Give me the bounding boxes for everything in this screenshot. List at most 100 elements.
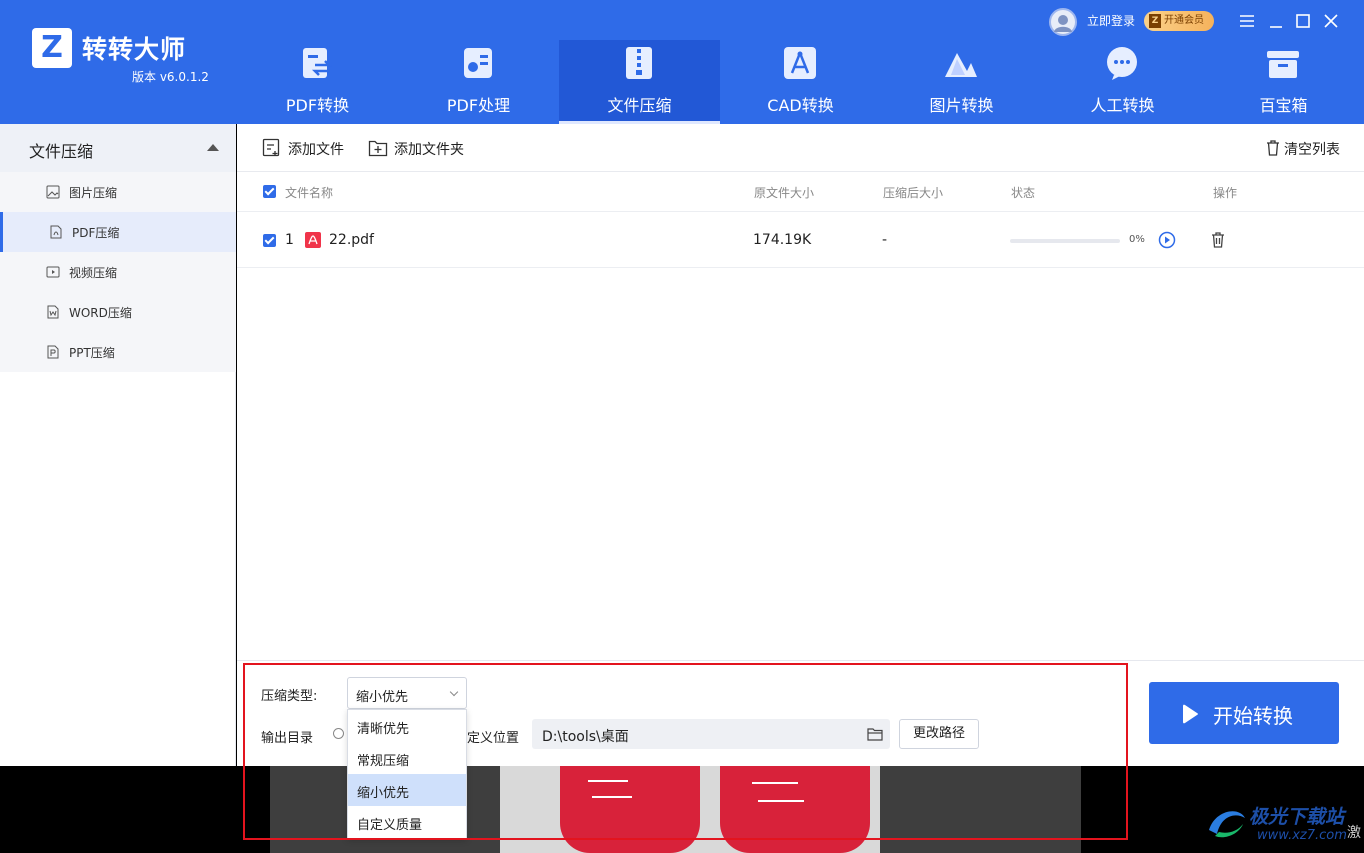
row-index: 1 bbox=[285, 232, 294, 248]
option-smaller-first[interactable]: 缩小优先 bbox=[348, 774, 466, 806]
file-name: 22.pdf bbox=[329, 232, 374, 248]
table-row: 1 22.pdf 174.19K - 0% bbox=[237, 212, 1364, 268]
trash-icon bbox=[1267, 140, 1279, 156]
start-convert-button[interactable]: 开始转换 bbox=[1149, 682, 1339, 744]
header-actions: 操作 bbox=[1213, 186, 1238, 200]
avatar[interactable] bbox=[1049, 8, 1077, 36]
login-link[interactable]: 立即登录 bbox=[1087, 12, 1135, 29]
tab-label: 文件压缩 bbox=[607, 96, 672, 115]
sidebar-item-label: WORD压缩 bbox=[69, 306, 132, 320]
watermark: 极光下载站 www.xz7.com bbox=[1205, 800, 1364, 850]
add-file-label: 添加文件 bbox=[288, 142, 344, 158]
sidebar-item-pdf-compress[interactable]: PDF压缩 bbox=[0, 212, 236, 252]
output-radio[interactable] bbox=[333, 728, 344, 739]
tab-cad-convert[interactable]: CAD转换 bbox=[720, 40, 881, 124]
vip-label: 开通会员 bbox=[1164, 15, 1204, 26]
pdf-icon bbox=[50, 225, 62, 239]
tab-label: PDF处理 bbox=[446, 96, 511, 115]
progress-text: 0% bbox=[1129, 234, 1145, 245]
tab-toolbox[interactable]: 百宝箱 bbox=[1203, 40, 1364, 124]
header-original-size: 原文件大小 bbox=[754, 186, 815, 200]
option-clarity-first[interactable]: 清晰优先 bbox=[348, 710, 466, 742]
output-path-field[interactable]: D:\tools\桌面 bbox=[532, 719, 890, 749]
tab-image-convert[interactable]: 图片转换 bbox=[881, 40, 1042, 124]
edge-text: 激 bbox=[1347, 825, 1361, 841]
sidebar-item-word-compress[interactable]: WORD压缩 bbox=[0, 292, 236, 332]
option-custom-quality[interactable]: 自定义质量 bbox=[348, 806, 466, 838]
compress-type-label: 压缩类型: bbox=[261, 689, 318, 704]
menu-icon[interactable] bbox=[1236, 10, 1258, 32]
output-path: D:\tools\桌面 bbox=[542, 729, 629, 745]
change-path-button[interactable]: 更改路径 bbox=[899, 719, 979, 749]
clear-list-label: 清空列表 bbox=[1284, 142, 1340, 158]
video-icon bbox=[46, 266, 60, 278]
header-file-name: 文件名称 bbox=[285, 186, 334, 200]
header-compressed-size: 压缩后大小 bbox=[883, 186, 944, 200]
option-normal[interactable]: 常规压缩 bbox=[348, 742, 466, 774]
play-circle-icon[interactable] bbox=[1158, 231, 1176, 249]
row-checkbox[interactable] bbox=[263, 234, 276, 247]
sidebar-item-label: PPT压缩 bbox=[69, 346, 115, 360]
compress-type-value: 缩小优先 bbox=[356, 690, 409, 705]
original-size: 174.19K bbox=[753, 232, 812, 248]
sidebar-item-video-compress[interactable]: 视频压缩 bbox=[0, 252, 236, 292]
compressed-size: - bbox=[882, 232, 888, 248]
app-version: 版本 v6.0.1.2 bbox=[132, 70, 209, 84]
compress-type-select[interactable]: 缩小优先 bbox=[347, 677, 467, 709]
folder-icon[interactable] bbox=[867, 727, 883, 741]
delete-icon[interactable] bbox=[1210, 231, 1226, 249]
tab-label: 百宝箱 bbox=[1259, 96, 1308, 115]
sidebar-item-label: 图片压缩 bbox=[69, 186, 118, 200]
output-dir-label: 输出目录 bbox=[261, 731, 314, 746]
watermark-title: 极光下载站 bbox=[1249, 806, 1345, 828]
app-name: 转转大师 bbox=[82, 35, 187, 64]
compress-type-dropdown: 清晰优先 常规压缩 缩小优先 自定义质量 bbox=[347, 709, 467, 839]
tab-label: PDF转换 bbox=[285, 96, 350, 115]
custom-location-label: 定义位置 bbox=[467, 731, 520, 746]
user-icon bbox=[1054, 15, 1072, 32]
tab-label: 图片转换 bbox=[929, 96, 994, 115]
vip-button[interactable]: Z 开通会员 bbox=[1144, 11, 1214, 31]
sidebar-item-image-compress[interactable]: 图片压缩 bbox=[0, 172, 236, 212]
tab-file-compress[interactable]: 文件压缩 bbox=[559, 40, 720, 124]
start-convert-label: 开始转换 bbox=[1213, 704, 1293, 728]
close-icon[interactable] bbox=[1320, 10, 1342, 32]
logo-letter: Z bbox=[41, 30, 63, 65]
toolbox-icon bbox=[1267, 51, 1299, 78]
vip-icon: Z bbox=[1149, 14, 1161, 28]
play-icon bbox=[1183, 704, 1198, 724]
tab-label: CAD转换 bbox=[767, 96, 834, 115]
tab-pdf-convert[interactable]: PDF转换 bbox=[237, 40, 398, 124]
sidebar-item-ppt-compress[interactable]: PPT压缩 bbox=[0, 332, 236, 372]
pdf-convert-icon bbox=[303, 48, 333, 78]
sidebar-list: 图片压缩 PDF压缩 视频压缩 WORD压缩 PPT压缩 bbox=[0, 172, 236, 372]
divider bbox=[237, 171, 1364, 172]
sidebar-item-label: 视频压缩 bbox=[69, 266, 118, 280]
file-compress-icon bbox=[626, 47, 652, 79]
image-convert-icon bbox=[945, 53, 977, 77]
caret-up-icon bbox=[207, 144, 219, 151]
sidebar-item-label: PDF压缩 bbox=[72, 226, 120, 240]
maximize-icon[interactable] bbox=[1292, 10, 1314, 32]
tab-manual-convert[interactable]: 人工转换 bbox=[1042, 40, 1203, 124]
sidebar-group-header[interactable]: 文件压缩 bbox=[0, 124, 236, 172]
tab-label: 人工转换 bbox=[1090, 96, 1155, 115]
ppt-icon bbox=[47, 345, 59, 359]
progress-bar bbox=[1010, 239, 1120, 243]
app-header: Z 转转大师 版本 v6.0.1.2 PDF转换 PDF处理 文件压缩 CAD转… bbox=[0, 0, 1364, 124]
tab-pdf-process[interactable]: PDF处理 bbox=[398, 40, 559, 124]
app-logo: Z bbox=[32, 28, 72, 68]
sidebar: 文件压缩 图片压缩 PDF压缩 视频压缩 WORD压缩 PPT压缩 bbox=[0, 124, 236, 766]
add-folder-label: 添加文件夹 bbox=[394, 142, 464, 158]
cad-icon bbox=[784, 47, 816, 79]
pdf-file-icon bbox=[305, 232, 321, 248]
header-status: 状态 bbox=[1011, 186, 1036, 200]
word-icon bbox=[47, 305, 59, 319]
minimize-icon[interactable] bbox=[1265, 10, 1287, 32]
add-folder-icon bbox=[368, 140, 388, 157]
background-image-area bbox=[0, 766, 1364, 853]
image-icon bbox=[46, 185, 60, 199]
manual-convert-icon bbox=[1107, 47, 1137, 80]
watermark-logo-icon bbox=[1209, 811, 1245, 838]
select-all-checkbox[interactable] bbox=[263, 185, 276, 198]
